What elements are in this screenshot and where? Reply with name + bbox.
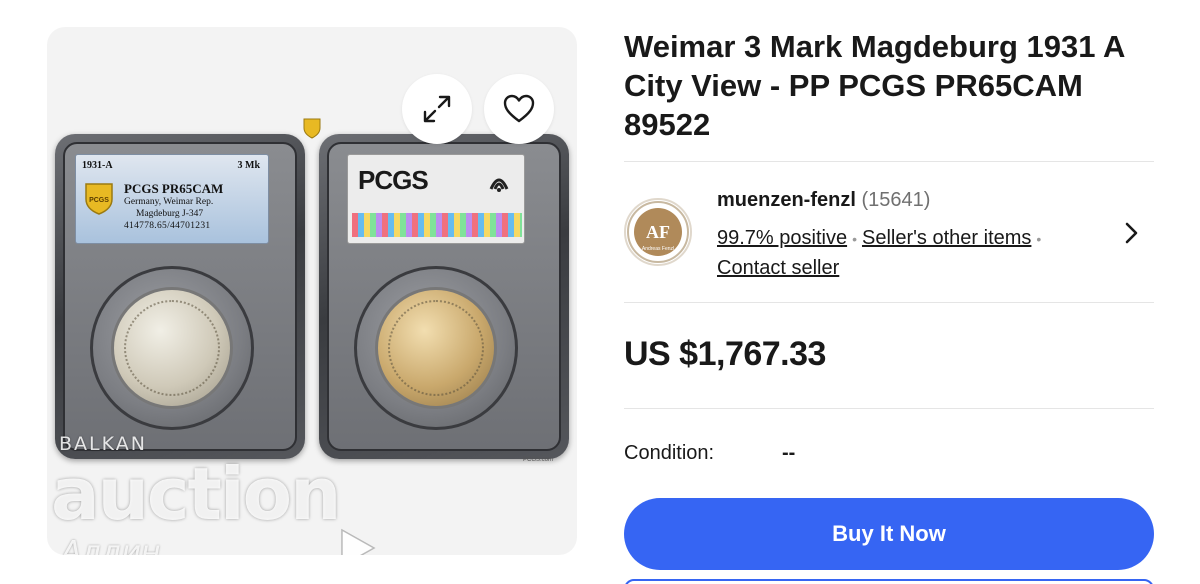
divider-top [624, 161, 1154, 162]
seller-avatar[interactable]: AF Andreas Fenzl [624, 198, 692, 266]
seller-logo-icon: AF Andreas Fenzl [627, 201, 689, 263]
pcgs-url: PCGS.com [523, 457, 554, 463]
pcgs-badge-icon [303, 118, 321, 139]
seller-info: muenzen-fenzl (15641) [717, 189, 930, 212]
heart-icon [503, 94, 535, 123]
chevron-right-icon [1125, 222, 1138, 244]
coin-holder-reverse [354, 266, 518, 430]
svg-text:AF: AF [646, 222, 670, 242]
separator-dot: • [1036, 231, 1042, 247]
divider-bottom [624, 408, 1154, 409]
seller-feedback-count: (15641) [861, 189, 931, 211]
listing-page: 1931-A 3 Mk PCGS PCGS PR65CAM Germany, W… [0, 0, 1200, 584]
secondary-button-edge[interactable] [624, 579, 1154, 584]
pcgs-logo: PCGS [358, 165, 429, 195]
listing-title: Weimar 3 Mark Magdeburg 1931 A City View… [624, 29, 1125, 142]
expand-icon [423, 95, 451, 123]
seller-other-items-link[interactable]: Seller's other items [862, 227, 1031, 249]
condition-value: -- [782, 442, 796, 464]
slab-back-label: PCGS [347, 154, 525, 244]
seller-username[interactable]: muenzen-fenzl [717, 189, 856, 211]
item-image-panel[interactable]: 1931-A 3 Mk PCGS PCGS PR65CAM Germany, W… [47, 27, 577, 555]
coin-holder-obverse [90, 266, 254, 430]
slab-year: 1931-A [82, 160, 113, 171]
nfc-icon [489, 178, 509, 192]
divider-middle [624, 302, 1154, 303]
expand-image-button[interactable] [402, 74, 472, 144]
watermark-logo-text: auction [51, 452, 341, 536]
svg-text:PCGS: PCGS [89, 197, 109, 204]
seller-links: 99.7% positive • Seller's other items • Con… [717, 224, 1097, 283]
item-price: US $1,767.33 [624, 335, 826, 373]
coin-obverse-image [111, 287, 233, 409]
pcgs-shield-icon: PCGS [85, 183, 113, 215]
slab-label: 1931-A 3 Mk PCGS PCGS PR65CAM Germany, W… [75, 154, 269, 244]
coin-slab-reverse: PCGS [319, 134, 569, 459]
seller-details-chevron[interactable] [1120, 220, 1142, 251]
watermark-sub-text: Алдин [61, 535, 161, 555]
hologram-strip [352, 213, 522, 237]
slab-grade: PCGS PR65CAM [124, 181, 224, 196]
buy-it-now-button[interactable]: Buy It Now [624, 498, 1154, 570]
coin-reverse-image [375, 287, 497, 409]
condition-label: Condition: [624, 442, 715, 464]
svg-text:Andreas Fenzl: Andreas Fenzl [642, 246, 674, 252]
slab-cert-number: 414778.65/44701231 [124, 221, 211, 231]
positive-feedback-link[interactable]: 99.7% positive [717, 227, 847, 249]
contact-seller-link[interactable]: Contact seller [717, 257, 839, 279]
separator-dot: • [852, 231, 857, 247]
watchlist-heart-button[interactable] [484, 74, 554, 144]
slab-denomination: 3 Mk [237, 160, 261, 171]
slab-country: Germany, Weimar Rep. [124, 197, 214, 207]
watermark-play-icon [341, 528, 376, 555]
slab-variety: Magdeburg J-347 [136, 209, 204, 219]
coin-slab-obverse: 1931-A 3 Mk PCGS PCGS PR65CAM Germany, W… [55, 134, 305, 459]
